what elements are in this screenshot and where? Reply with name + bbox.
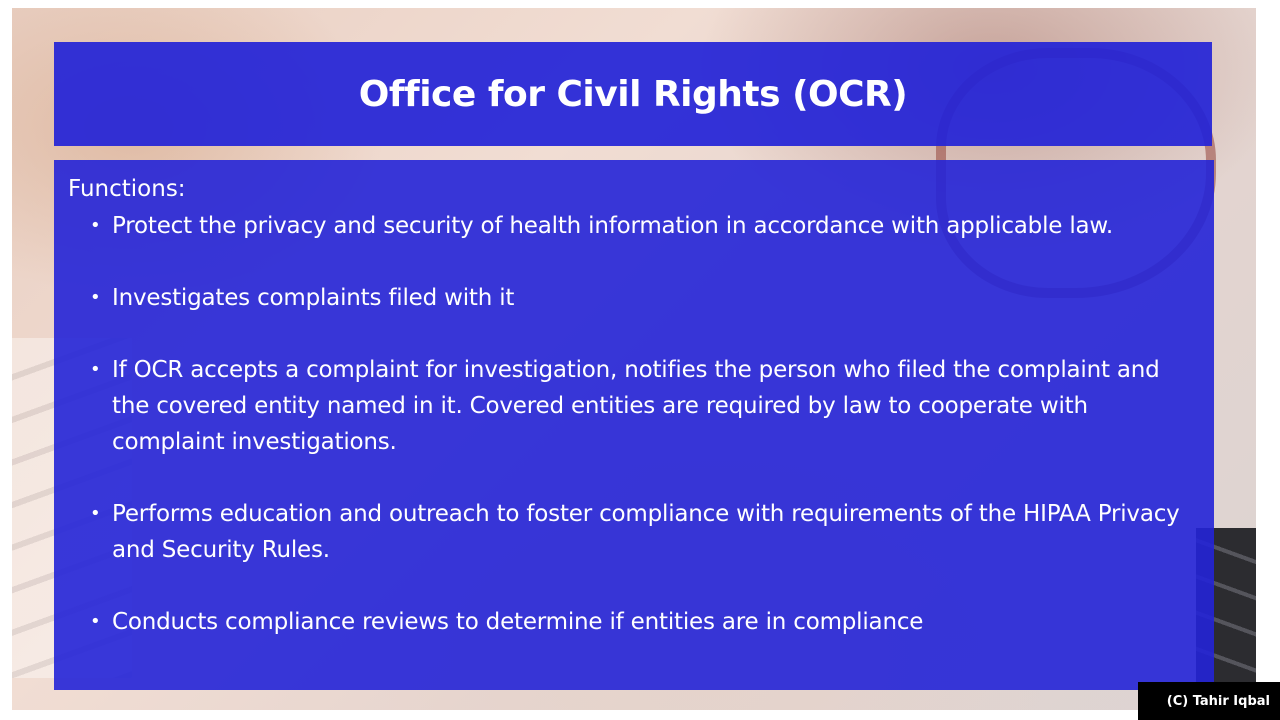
bullet-icon: •: [90, 359, 101, 380]
list-item: • Protect the privacy and security of he…: [68, 208, 1190, 244]
bullet-icon: •: [90, 287, 101, 308]
bullet-text: If OCR accepts a complaint for investiga…: [112, 357, 1160, 455]
slide: Office for Civil Rights (OCR) Functions:…: [12, 8, 1256, 710]
bullet-text: Investigates complaints filed with it: [112, 285, 515, 311]
slide-title: Office for Civil Rights (OCR): [358, 73, 908, 115]
list-item: • Conducts compliance reviews to determi…: [68, 604, 1190, 640]
list-item: • Performs education and outreach to fos…: [68, 496, 1190, 568]
list-item: • If OCR accepts a complaint for investi…: [68, 352, 1190, 460]
bullet-icon: •: [90, 611, 101, 632]
bullet-text: Conducts compliance reviews to determine…: [112, 609, 924, 635]
bullet-icon: •: [90, 215, 101, 236]
bullet-text: Protect the privacy and security of heal…: [112, 213, 1114, 239]
bullet-icon: •: [90, 503, 101, 524]
content-panel: Functions: • Protect the privacy and sec…: [54, 160, 1214, 690]
list-item: • Investigates complaints filed with it: [68, 280, 1190, 316]
bullet-list: • Protect the privacy and security of he…: [68, 208, 1190, 640]
section-label: Functions:: [68, 176, 186, 202]
title-banner: Office for Civil Rights (OCR): [54, 42, 1212, 146]
copyright-watermark: (C) Tahir Iqbal: [1138, 682, 1280, 720]
bullet-text: Performs education and outreach to foste…: [112, 501, 1180, 563]
